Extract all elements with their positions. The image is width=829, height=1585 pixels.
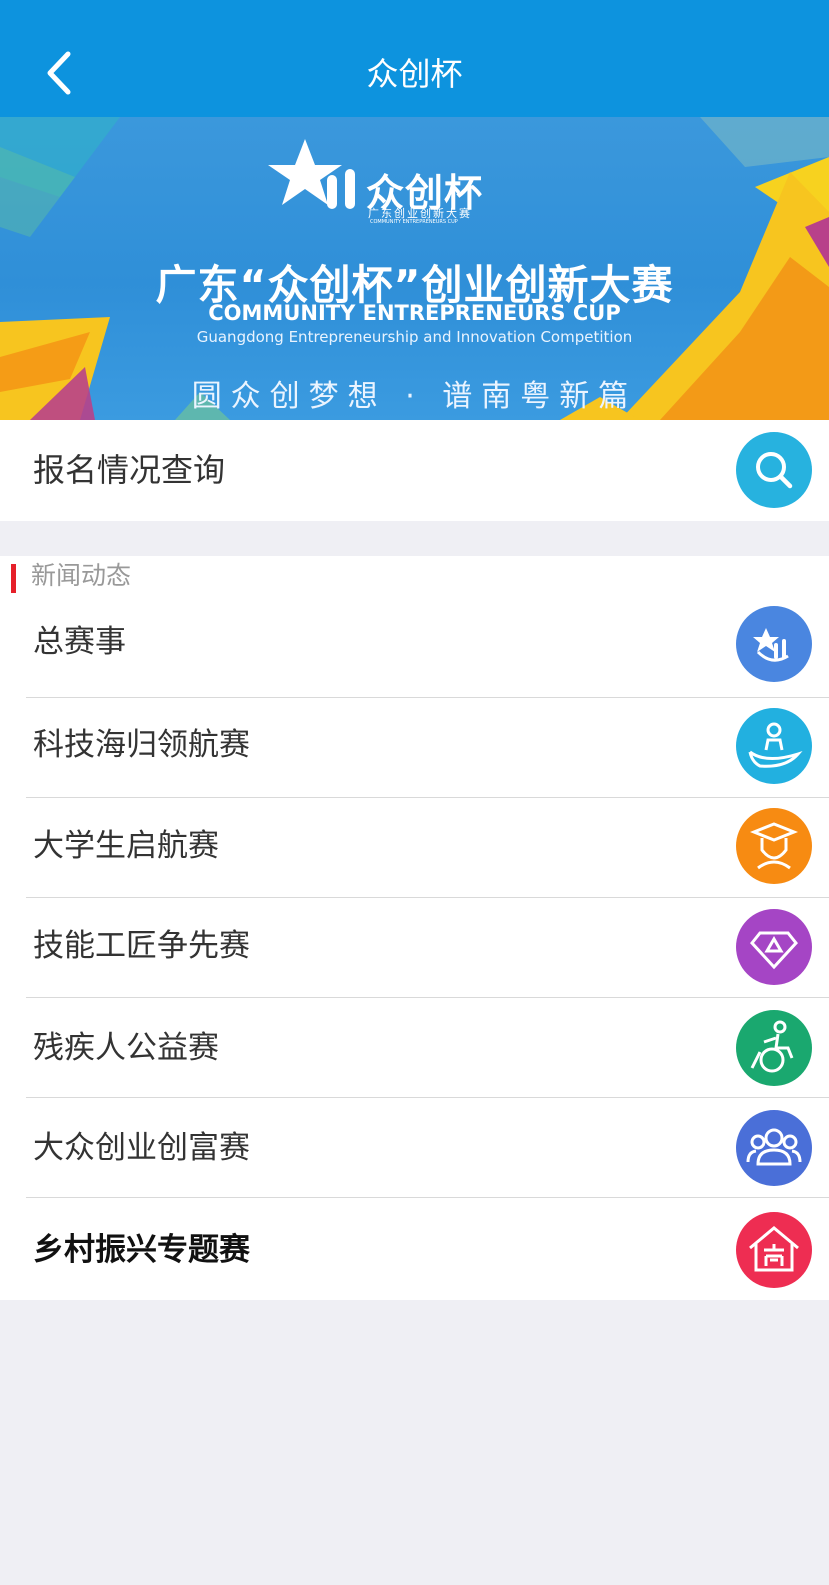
list-item-skilled-craftsman[interactable]: 技能工匠争先赛	[0, 898, 829, 998]
star-cup-logo	[268, 139, 355, 209]
list-item-label: 总赛事	[33, 624, 126, 660]
navigation-bar: 众创杯	[0, 0, 829, 117]
star-logo-icon	[736, 606, 812, 682]
list-item-label: 残疾人公益赛	[33, 1030, 219, 1066]
list-item-tech-returnees[interactable]: 科技海归领航赛	[0, 698, 829, 798]
diamond-icon	[736, 909, 812, 985]
registration-query-row[interactable]: 报名情况查询	[0, 420, 829, 521]
banner: 众创杯 广东创业创新大赛 COMMUNITY ENTREPRENEURS CUP…	[0, 117, 829, 420]
people-icon	[736, 1110, 812, 1186]
list-item-label: 大众创业创富赛	[33, 1130, 250, 1166]
list-item-rural-revitalization[interactable]: 乡村振兴专题赛	[0, 1198, 829, 1298]
list-item-label: 乡村振兴专题赛	[33, 1232, 250, 1268]
list-item-total[interactable]: 总赛事	[0, 598, 829, 698]
banner-english-subtitle: Guangdong Entrepreneurship and Innovatio…	[196, 328, 633, 346]
news-section: 新闻动态 总赛事 科技海归领航赛 大学生启航赛 技能工匠争先赛 残疾人公益赛 大…	[0, 556, 829, 1300]
section-title: 新闻动态	[31, 561, 132, 590]
registration-query-label: 报名情况查询	[33, 451, 226, 489]
banner-slogan: 圆众创梦想 · 谱南粤新篇	[191, 379, 638, 414]
shop-house-icon	[736, 1212, 812, 1288]
list-item-label: 科技海归领航赛	[33, 727, 250, 763]
banner-english-title: COMMUNITY ENTREPRENEURS CUP	[208, 301, 621, 325]
page-title: 众创杯	[366, 55, 463, 93]
wheelchair-icon	[736, 1010, 812, 1086]
list-item-label: 大学生启航赛	[33, 828, 219, 864]
section-accent-bar	[11, 564, 16, 593]
graduate-icon	[736, 808, 812, 884]
search-icon	[756, 452, 793, 489]
list-item-college-students[interactable]: 大学生启航赛	[0, 798, 829, 898]
logo-english: COMMUNITY ENTREPRENEURS CUP	[370, 219, 458, 225]
person-wave-icon	[736, 708, 812, 784]
list-item-mass-entrepreneurship[interactable]: 大众创业创富赛	[0, 1098, 829, 1198]
list-item-label: 技能工匠争先赛	[33, 928, 250, 964]
search-button[interactable]	[736, 432, 812, 508]
list-item-disabled-welfare[interactable]: 残疾人公益赛	[0, 998, 829, 1098]
